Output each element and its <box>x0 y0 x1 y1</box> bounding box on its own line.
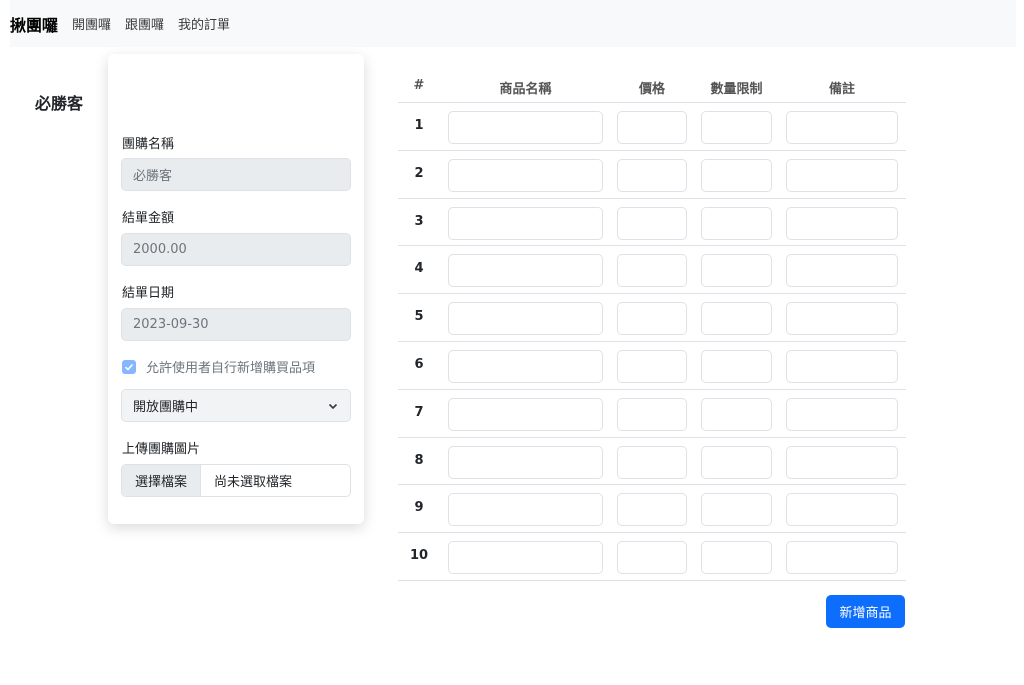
product-name-input[interactable] <box>448 541 603 575</box>
notes-input[interactable] <box>786 158 898 192</box>
nav-link-my-orders[interactable]: 我的訂單 <box>178 14 230 33</box>
quantity-limit-input[interactable] <box>701 111 772 144</box>
choose-file-button[interactable]: 選擇檔案 <box>122 465 201 496</box>
card-title: 必勝客 <box>35 94 84 113</box>
close-amount-input[interactable]: 2000.00 <box>121 233 351 266</box>
product-name-input[interactable] <box>448 254 603 288</box>
table-row: 6 <box>398 342 906 390</box>
header-price: 價格 <box>638 82 665 97</box>
notes-input[interactable] <box>786 349 898 383</box>
notes-input[interactable] <box>786 206 898 240</box>
allow-user-add-label: 允許使用者自行新增購買品項 <box>146 361 316 376</box>
product-name-input[interactable] <box>448 302 603 336</box>
product-name-input[interactable] <box>448 111 603 144</box>
price-input[interactable] <box>617 206 687 240</box>
check-icon <box>124 363 134 371</box>
quantity-limit-input[interactable] <box>701 158 772 192</box>
nav-link-create-group[interactable]: 開團囉 <box>72 14 111 33</box>
product-name-input[interactable] <box>448 445 603 479</box>
row-number: 1 <box>414 118 424 133</box>
table-row: 5 <box>398 294 906 342</box>
chevron-down-icon <box>328 403 338 409</box>
status-select-value: 開放團購中 <box>133 400 199 415</box>
notes-input[interactable] <box>786 445 898 479</box>
group-name-input[interactable]: 必勝客 <box>121 158 351 191</box>
close-date-input[interactable]: 2023-09-30 <box>121 308 351 341</box>
product-table: # 商品名稱 價格 數量限制 備註 1 2 3 4 5 6 7 8 9 10 <box>398 70 906 581</box>
group-name-label: 團購名稱 <box>122 137 175 152</box>
quantity-limit-input[interactable] <box>701 302 772 336</box>
allow-user-add-row: 允許使用者自行新增購買品項 <box>122 357 315 376</box>
quantity-limit-input[interactable] <box>701 397 772 431</box>
close-amount-label: 結單金額 <box>122 211 175 226</box>
allow-user-add-checkbox[interactable] <box>122 359 136 374</box>
file-input[interactable]: 選擇檔案 尚未選取檔案 <box>121 464 351 497</box>
table-row: 8 <box>398 438 906 486</box>
row-number: 9 <box>414 500 424 516</box>
table-row: 2 <box>398 151 906 199</box>
upload-label: 上傳團購圖片 <box>122 442 201 457</box>
navbar: 揪團囉 開團囉 跟團囉 我的訂單 <box>10 0 1016 47</box>
quantity-limit-input[interactable] <box>701 206 772 240</box>
price-input[interactable] <box>617 541 687 575</box>
price-input[interactable] <box>617 158 687 192</box>
notes-input[interactable] <box>786 254 898 288</box>
quantity-limit-input[interactable] <box>701 349 772 383</box>
row-number: 4 <box>414 261 424 277</box>
header-notes: 備註 <box>828 82 855 97</box>
table-row: 9 <box>398 485 906 534</box>
notes-input[interactable] <box>786 302 898 336</box>
table-row: 4 <box>398 246 906 295</box>
add-product-button[interactable]: 新增商品 <box>826 595 905 628</box>
table-body: 1 2 3 4 5 6 7 8 9 10 <box>398 103 906 581</box>
quantity-limit-input[interactable] <box>701 445 772 479</box>
status-select[interactable]: 開放團購中 <box>121 389 351 422</box>
table-row: 10 <box>398 533 906 581</box>
row-number: 7 <box>414 404 424 420</box>
row-number: 5 <box>414 309 424 325</box>
notes-input[interactable] <box>786 493 898 527</box>
product-name-input[interactable] <box>448 397 603 431</box>
price-input[interactable] <box>617 254 687 288</box>
product-name-input[interactable] <box>448 349 603 383</box>
product-name-input[interactable] <box>448 493 603 527</box>
close-date-label: 結單日期 <box>122 286 175 301</box>
price-input[interactable] <box>617 445 687 479</box>
quantity-limit-input[interactable] <box>701 254 772 288</box>
product-name-input[interactable] <box>448 158 603 192</box>
price-input[interactable] <box>617 397 687 431</box>
price-input[interactable] <box>617 349 687 383</box>
header-index: # <box>413 78 425 93</box>
row-number: 8 <box>414 452 424 468</box>
price-input[interactable] <box>617 493 687 527</box>
brand-logo[interactable]: 揪團囉 <box>10 12 58 36</box>
row-number: 3 <box>414 213 424 229</box>
table-row: 1 <box>398 103 906 151</box>
notes-input[interactable] <box>786 111 898 144</box>
table-row: 7 <box>398 390 906 438</box>
row-number: 6 <box>414 356 424 372</box>
price-input[interactable] <box>617 111 687 144</box>
notes-input[interactable] <box>786 397 898 431</box>
table-header: # 商品名稱 價格 數量限制 備註 <box>398 70 906 103</box>
header-product-name: 商品名稱 <box>499 82 552 97</box>
row-number: 2 <box>414 165 424 181</box>
header-quantity-limit: 數量限制 <box>710 82 763 97</box>
product-name-input[interactable] <box>448 206 603 240</box>
notes-input[interactable] <box>786 541 898 575</box>
table-row: 3 <box>398 199 906 247</box>
nav-link-join-group[interactable]: 跟團囉 <box>125 14 164 33</box>
quantity-limit-input[interactable] <box>701 493 772 527</box>
price-input[interactable] <box>617 302 687 336</box>
quantity-limit-input[interactable] <box>701 541 772 575</box>
file-status-text: 尚未選取檔案 <box>214 475 293 490</box>
row-number: 10 <box>409 548 429 564</box>
